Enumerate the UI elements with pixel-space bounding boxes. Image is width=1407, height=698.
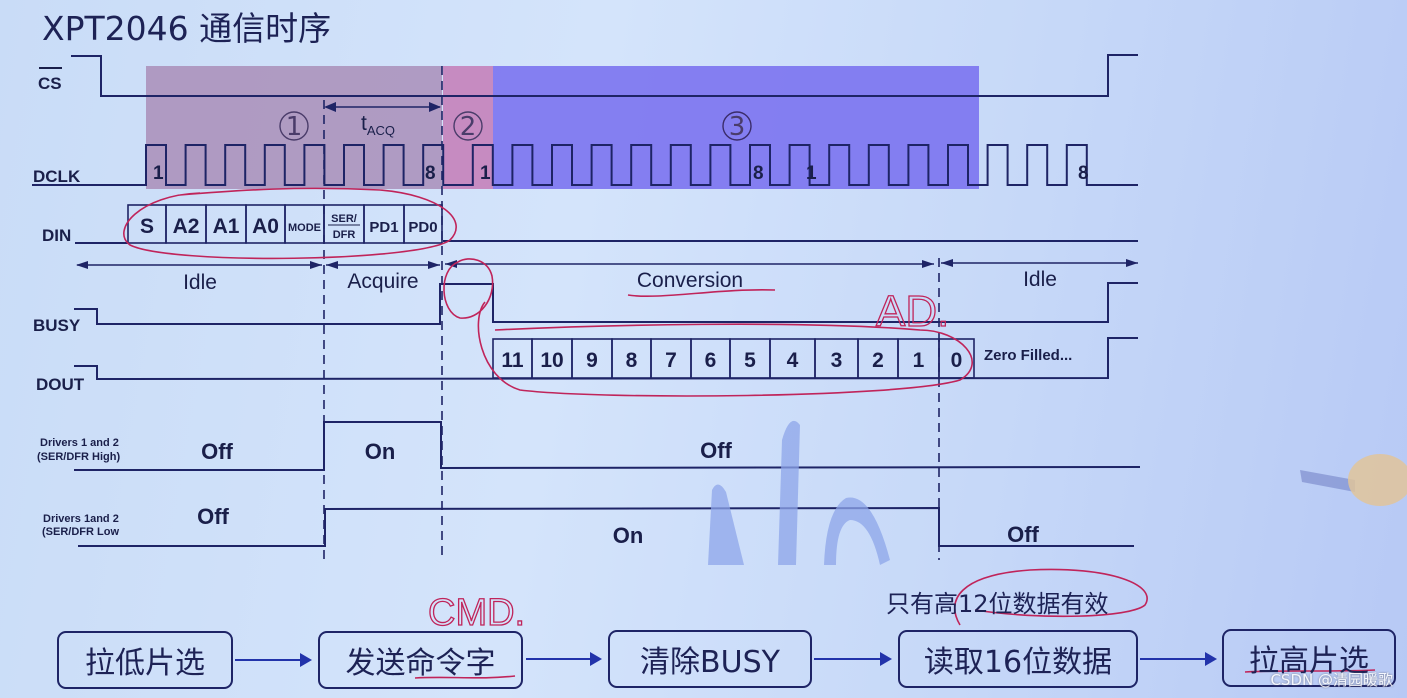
din-bit: MODE: [288, 222, 321, 234]
dout-bit: 10: [540, 349, 563, 372]
dout-bit: 4: [787, 349, 799, 372]
dout-bit: 9: [586, 349, 598, 372]
phase-conversion: Conversion: [637, 269, 743, 292]
flow-arrow-1: [235, 653, 312, 667]
flow-arrow-3: [814, 652, 892, 666]
phase-idle-1: Idle: [183, 271, 217, 294]
drivers-high-state-3: Off: [700, 438, 732, 463]
din-label: DIN: [42, 226, 71, 245]
region-1-label: 1: [286, 112, 303, 142]
din-bit: PD0: [408, 219, 437, 236]
clock-label-8a: 8: [425, 163, 436, 184]
note-high-12-bits-valid: 只有高12位数据有效: [886, 590, 1109, 618]
din-bit: A0: [252, 215, 279, 238]
din-bit-cells: S A2 A1 A0 MODE SER/DFR PD1 PD0: [127, 204, 443, 244]
flow-step-send-command: 发送命令字: [318, 631, 523, 689]
clock-label-8b: 8: [753, 163, 764, 184]
drivers-low-label-2: (SER/DFR Low: [42, 526, 119, 538]
dout-bit: 6: [705, 349, 717, 372]
timing-diagram: 1 2 3 tACQ CS DCLK DIN BUSY DOUT Drivers…: [32, 54, 1376, 679]
phase-arrows: [76, 259, 1138, 269]
dout-bit-cells: 11 10 9 8 7 6 5 4 3 2 1 0: [492, 338, 975, 379]
flow-step-clear-busy: 清除BUSY: [608, 630, 812, 688]
region-2-label: 2: [460, 112, 477, 142]
dout-bit: 0: [951, 349, 963, 372]
drivers-high-state-2: On: [365, 439, 396, 464]
dout-label: DOUT: [36, 375, 85, 394]
phase-acquire: Acquire: [347, 270, 418, 293]
dout-bit: 1: [913, 349, 925, 372]
drivers-low-state-1: Off: [197, 504, 229, 529]
busy-waveform: [74, 282, 1138, 325]
din-bit-ser: SER/: [331, 213, 357, 225]
dclk-label: DCLK: [33, 167, 81, 186]
dout-bit: 8: [626, 349, 638, 372]
drivers-high-label-2: (SER/DFR High): [37, 451, 120, 463]
drivers-high-state-1: Off: [201, 439, 233, 464]
din-bit: S: [140, 215, 154, 238]
drivers-low-state-2: On: [613, 523, 644, 548]
csdn-watermark: CSDN @清园暖歌: [1270, 671, 1393, 689]
region-3-label: 3: [729, 112, 746, 142]
clock-label-1b: 1: [480, 163, 491, 184]
dout-zero-filled: Zero Filled...: [984, 347, 1072, 364]
flow-arrow-4: [1140, 652, 1217, 666]
presenter-hand: [1300, 454, 1407, 506]
din-bit-dfr: DFR: [333, 229, 356, 241]
dout-bit: 5: [744, 349, 756, 372]
din-bit: A2: [173, 215, 200, 238]
drivers-low-waveform: [78, 506, 1134, 547]
flow-arrow-2: [526, 652, 602, 666]
flow-step-read-16-bits: 读取16位数据: [898, 630, 1138, 688]
dout-bit: 11: [501, 349, 524, 372]
din-bit: A1: [213, 215, 240, 238]
drivers-low-label-1: Drivers 1and 2: [43, 513, 119, 525]
clock-label-1c: 1: [806, 163, 817, 184]
dout-bit: 7: [665, 349, 677, 372]
drivers-high-label-1: Drivers 1 and 2: [40, 437, 119, 449]
drivers-low-state-3: Off: [1007, 522, 1039, 547]
drivers-high-waveform: [74, 421, 1141, 471]
phase-idle-2: Idle: [1023, 268, 1057, 291]
flow-step-cs-low: 拉低片选: [57, 631, 233, 689]
handwriting-nh-mark: [708, 420, 890, 565]
clock-label-1a: 1: [153, 163, 164, 184]
dout-bit: 3: [831, 349, 843, 372]
dout-bit: 2: [872, 349, 884, 372]
annotation-ad: AD.: [876, 287, 949, 336]
clock-label-8c: 8: [1078, 163, 1089, 184]
busy-label: BUSY: [33, 316, 81, 335]
dout-waveform: [74, 337, 1138, 381]
din-bit: PD1: [369, 219, 398, 236]
cs-label: CS: [38, 74, 62, 93]
annotation-cmd: CMD.: [428, 592, 525, 634]
